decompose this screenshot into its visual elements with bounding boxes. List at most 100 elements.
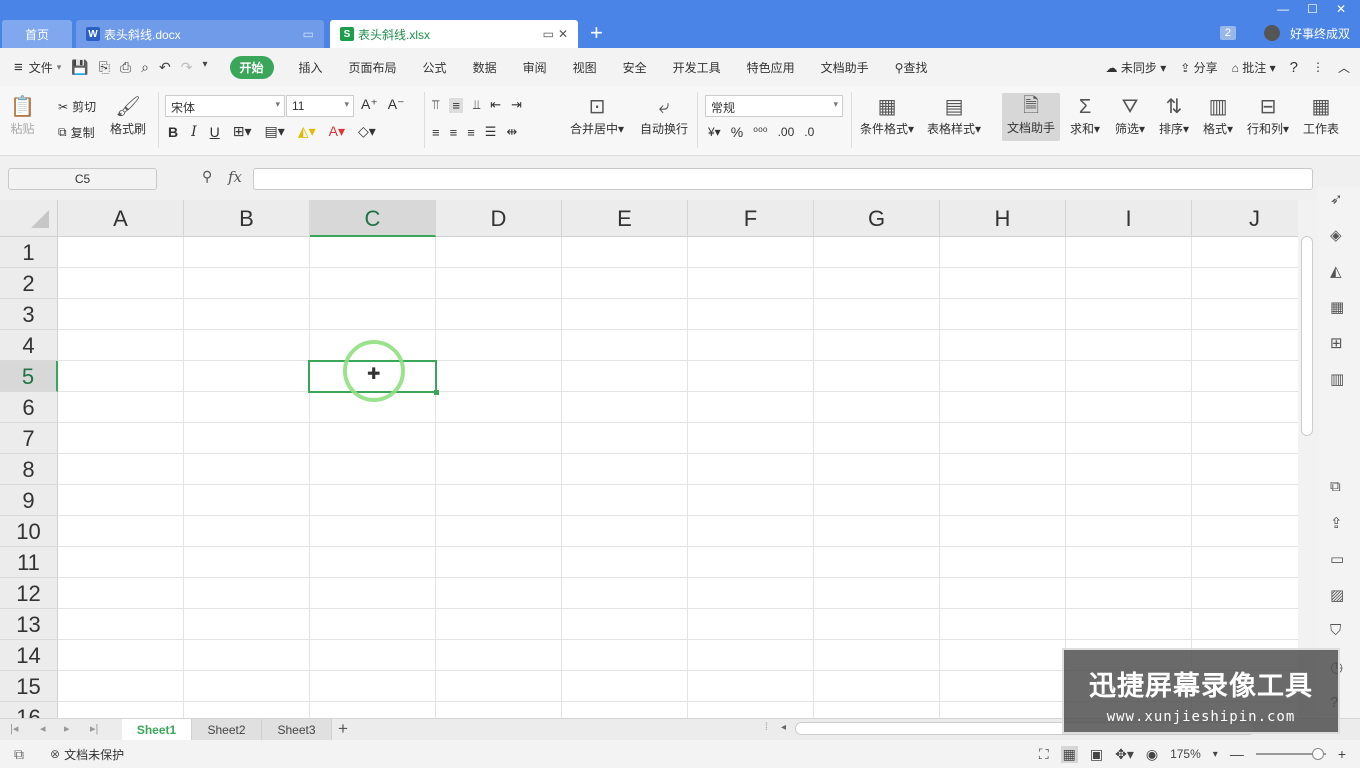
menu-view[interactable]: 视图 (573, 59, 597, 76)
number-format-select[interactable]: 常规 (705, 95, 843, 117)
italic-icon[interactable]: I (191, 124, 197, 140)
fill-color-icon[interactable]: ◭▾ (298, 123, 316, 140)
maximize-icon[interactable]: ☐ (1307, 2, 1318, 16)
column-header-a[interactable]: A (58, 200, 184, 237)
next-sheet-icon[interactable]: ▸ (64, 722, 70, 735)
last-sheet-icon[interactable]: ▸| (90, 722, 98, 735)
undo-icon[interactable]: ↶ (159, 59, 171, 76)
export-icon[interactable]: ⎘ (99, 59, 110, 76)
increase-font-icon[interactable]: A⁺ (361, 96, 378, 113)
align-top-icon[interactable]: ⫪ (432, 97, 439, 113)
shape-icon[interactable]: ◈ (1330, 226, 1342, 244)
row-header-6[interactable]: 6 (0, 392, 58, 423)
zoom-out-icon[interactable]: — (1230, 746, 1244, 762)
zoom-search-icon[interactable]: ⚲ (202, 168, 212, 185)
more-icon[interactable]: ⋮ (1312, 60, 1324, 74)
decrease-decimal-icon[interactable]: .0 (804, 125, 814, 139)
menu-security[interactable]: 安全 (623, 59, 647, 76)
protect-status[interactable]: 文档未保护 (64, 746, 124, 763)
column-header-j[interactable]: J (1192, 200, 1298, 237)
image-icon[interactable]: ⧉ (1330, 478, 1341, 495)
sheet-tab-1[interactable]: Sheet1 (122, 719, 192, 741)
user-name[interactable]: 好事终成双 (1290, 25, 1350, 42)
distribute-icon[interactable]: ⇹ (506, 124, 517, 140)
column-header-h[interactable]: H (940, 200, 1066, 237)
currency-icon[interactable]: ¥▾ (708, 125, 721, 139)
chevron-down-icon[interactable]: ▾ (57, 62, 62, 73)
row-header-9[interactable]: 9 (0, 485, 58, 516)
name-box[interactable]: C5 (8, 168, 157, 190)
picture-icon[interactable]: ▨ (1330, 586, 1344, 604)
file-menu[interactable]: 文件 (29, 59, 53, 76)
table-style-button[interactable]: ▤ 表格样式▾ (927, 94, 981, 137)
conditional-format-button[interactable]: ▦ 条件格式▾ (860, 94, 914, 137)
menu-insert[interactable]: 插入 (299, 59, 323, 76)
sheet-scroll-divider[interactable]: ⁞ (765, 722, 768, 733)
sort-button[interactable]: ⇅ 排序▾ (1159, 94, 1189, 137)
font-name-select[interactable]: 宋体 (165, 95, 285, 117)
menu-data[interactable]: 数据 (473, 59, 497, 76)
row-header-1[interactable]: 1 (0, 237, 58, 268)
menu-special[interactable]: 特色应用 (747, 59, 795, 76)
customize-icon[interactable]: ▾ (202, 59, 207, 76)
prev-sheet-icon[interactable]: ◂ (40, 722, 46, 735)
share-button[interactable]: ⇪ 分享 (1180, 59, 1217, 76)
chart-icon[interactable]: ▥ (1330, 370, 1344, 388)
cut-button[interactable]: ✂ 剪切 (58, 98, 96, 115)
eye-protect-icon[interactable]: ◉ (1146, 746, 1158, 763)
apps-icon[interactable]: ⊞ (1330, 334, 1343, 352)
copy-button[interactable]: ⧉ 复制 (58, 124, 95, 141)
tab-home[interactable]: 首页 (2, 20, 72, 48)
row-header-7[interactable]: 7 (0, 423, 58, 454)
share-icon[interactable]: ⇪ (1330, 514, 1343, 532)
normal-view-icon[interactable]: ▦ (1060, 745, 1078, 763)
minimize-icon[interactable]: — (1277, 2, 1289, 16)
help-icon[interactable]: ? (1290, 59, 1298, 76)
filter-button[interactable]: ⛛ 筛选▾ (1115, 94, 1145, 137)
fullscreen-icon[interactable]: ⛶ (1039, 746, 1049, 763)
zoom-in-icon[interactable]: + (1338, 746, 1346, 762)
column-header-d[interactable]: D (436, 200, 562, 237)
row-header-4[interactable]: 4 (0, 330, 58, 361)
avatar[interactable] (1263, 25, 1280, 41)
new-tab-button[interactable]: + (590, 22, 603, 44)
shield-icon[interactable]: ⛉ (1330, 622, 1341, 639)
row-header-13[interactable]: 13 (0, 609, 58, 640)
row-header-14[interactable]: 14 (0, 640, 58, 671)
menu-start[interactable]: 开始 (229, 55, 274, 79)
zoom-dropdown-icon[interactable]: ▾ (1213, 749, 1218, 760)
close-icon[interactable]: ✕ (1336, 2, 1346, 16)
align-bottom-icon[interactable]: ⫫ (473, 97, 480, 113)
underline-icon[interactable]: U (210, 124, 220, 140)
column-header-f[interactable]: F (688, 200, 814, 237)
worksheet-button[interactable]: ▦ 工作表 (1303, 94, 1339, 137)
menu-page-layout[interactable]: 页面布局 (349, 59, 397, 76)
print-icon[interactable]: ⎙ (120, 59, 131, 76)
clear-icon[interactable]: ◇▾ (358, 123, 376, 140)
print-preview-icon[interactable]: ⌕ (141, 59, 149, 76)
pointer-icon[interactable]: ➶ (1330, 190, 1343, 208)
format-painter-button[interactable]: 🖌 格式刷 (110, 94, 146, 137)
zoom-level[interactable]: 175% (1170, 747, 1201, 761)
status-icon[interactable]: ⧉ (14, 746, 24, 763)
scroll-left-icon[interactable]: ◂ (781, 722, 786, 733)
tab-pin-icon[interactable]: ▭ (543, 27, 554, 41)
hamburger-icon[interactable]: ≡ (14, 59, 23, 76)
select-all-corner[interactable] (0, 200, 58, 237)
sheet-tab-2[interactable]: Sheet2 (192, 719, 262, 741)
table-icon[interactable]: ▦ (1330, 298, 1344, 316)
increase-decimal-icon[interactable]: .00 (778, 125, 795, 139)
border-icon[interactable]: ⊞▾ (233, 123, 252, 140)
row-header-3[interactable]: 3 (0, 299, 58, 330)
column-header-e[interactable]: E (562, 200, 688, 237)
comment-button[interactable]: ⌂ 批注 ▾ (1232, 59, 1276, 76)
first-sheet-icon[interactable]: |◂ (10, 722, 18, 735)
menu-review[interactable]: 审阅 (523, 59, 547, 76)
indent-increase-icon[interactable]: ⇥ (511, 97, 522, 113)
fx-icon[interactable]: fx (228, 168, 242, 186)
sheet-tab-3[interactable]: Sheet3 (262, 719, 332, 741)
align-center-icon[interactable]: ≡ (450, 125, 458, 140)
reading-view-icon[interactable]: ✥▾ (1115, 746, 1134, 763)
doc-assistant-button[interactable]: 🗎 文档助手 (1002, 93, 1060, 141)
menu-formula[interactable]: 公式 (423, 59, 447, 76)
